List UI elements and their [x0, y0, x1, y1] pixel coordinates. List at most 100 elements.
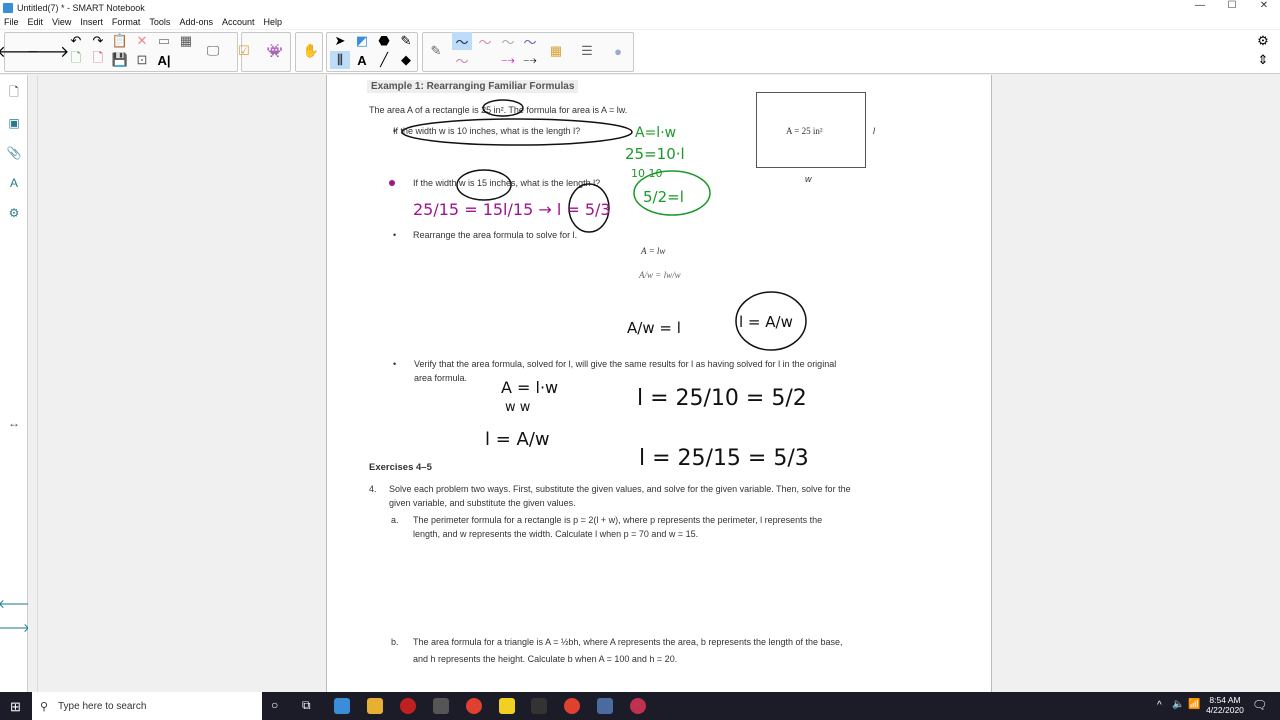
taskbar-search[interactable]: ⚲ Type here to search: [32, 692, 262, 720]
pen-style-gray-icon[interactable]: 〜: [498, 32, 518, 50]
settings-icon[interactable]: ⚙: [1253, 32, 1273, 50]
pens-icon[interactable]: ⫼: [330, 51, 350, 69]
menu-edit[interactable]: Edit: [28, 17, 44, 27]
ink-circle-bullet1: [401, 118, 633, 146]
app-sse-icon[interactable]: [531, 698, 547, 714]
ink-black-1: A/w = l: [627, 319, 681, 337]
app-pen-icon[interactable]: [630, 698, 646, 714]
response-icon[interactable]: ☑: [234, 42, 254, 60]
pen-style-blue-icon[interactable]: 〜: [452, 32, 472, 50]
menu-addons[interactable]: Add-ons: [179, 17, 213, 27]
menu-view[interactable]: View: [52, 17, 71, 27]
wifi-icon[interactable]: 📶: [1188, 699, 1200, 710]
toolbar-move-icon[interactable]: ⇕: [1253, 51, 1273, 69]
menu-insert[interactable]: Insert: [80, 17, 103, 27]
clock-time[interactable]: 8:54 AM: [1206, 695, 1244, 705]
fill-icon[interactable]: ⬣: [374, 32, 394, 50]
eraser-icon[interactable]: ◆: [396, 51, 416, 69]
close-button[interactable]: ✕: [1248, 0, 1280, 11]
search-icon: ⚲: [40, 700, 49, 713]
back-arrow-icon[interactable]: 🡐: [0, 42, 39, 61]
pen-icon[interactable]: ✎: [426, 42, 446, 60]
notifications-icon[interactable]: 🗨: [1252, 698, 1267, 712]
monster-icon[interactable]: 👾: [265, 42, 285, 60]
file-explorer-icon[interactable]: [367, 698, 383, 714]
menu-tools[interactable]: Tools: [149, 17, 170, 27]
ink-black-2: l = A/w: [739, 313, 793, 331]
transparency-icon[interactable]: ●: [608, 42, 628, 60]
previous-page-icon[interactable]: 🡐: [0, 593, 30, 613]
cortana-icon[interactable]: ○: [271, 698, 278, 712]
pen-style-navy-icon[interactable]: 〜: [520, 32, 540, 50]
chrome-icon[interactable]: [466, 698, 482, 714]
undo-icon[interactable]: ↶: [66, 32, 86, 50]
app-yellow-icon[interactable]: [499, 698, 515, 714]
attachments-icon[interactable]: 📎: [4, 143, 24, 163]
menu-format[interactable]: Format: [112, 17, 141, 27]
pen-style-magenta-icon[interactable]: ⤍: [498, 51, 518, 69]
screen-shade-icon[interactable]: ▭: [154, 32, 174, 50]
app-red-icon[interactable]: [400, 698, 416, 714]
windows-start-icon[interactable]: ⊞: [10, 699, 21, 715]
app-tools-icon[interactable]: [433, 698, 449, 714]
smart-notebook-task-icon[interactable]: [334, 698, 350, 714]
ink-black-4: w w: [505, 400, 531, 415]
select-icon[interactable]: ➤: [330, 32, 350, 50]
ink-black-7: l = 25/15 = 5/3: [639, 446, 809, 471]
next-page-icon[interactable]: 🡒: [0, 617, 30, 637]
line-icon[interactable]: ╱: [374, 51, 394, 69]
page-sorter-icon[interactable]: 🗋: [4, 83, 24, 103]
full-screen-icon[interactable]: ⊡: [132, 51, 152, 69]
save-as-icon[interactable]: 🗋: [88, 50, 108, 69]
gallery-icon[interactable]: ▣: [4, 113, 24, 133]
paste-icon[interactable]: 📋: [110, 32, 130, 50]
addons-icon[interactable]: ⚙: [4, 203, 24, 223]
text-properties-icon[interactable]: A|: [154, 51, 174, 69]
pen-style-light-icon[interactable]: 〜: [452, 51, 472, 69]
hand-icon[interactable]: ✋: [301, 42, 321, 60]
maximize-button[interactable]: ☐: [1216, 0, 1248, 11]
app-blue-icon[interactable]: [597, 698, 613, 714]
chrome-2-icon[interactable]: [564, 698, 580, 714]
volume-icon[interactable]: 🔈: [1172, 699, 1184, 710]
side-panel-scrollbar[interactable]: [28, 75, 38, 692]
delete-icon[interactable]: ✕: [132, 32, 152, 50]
redo-icon[interactable]: ↷: [88, 32, 108, 50]
forward-arrow-icon[interactable]: 🡒: [27, 42, 70, 61]
text-icon[interactable]: A: [352, 51, 372, 69]
table-icon[interactable]: ▦: [176, 32, 196, 50]
ink-green-1: A=l·w: [635, 125, 676, 141]
task-view-icon[interactable]: ⧉: [302, 698, 311, 713]
open-file-icon[interactable]: 🗋: [66, 50, 86, 69]
shapes-icon[interactable]: ◩: [352, 32, 372, 50]
ink-circle-25: [482, 99, 524, 117]
save-icon[interactable]: 💾: [110, 51, 130, 69]
clock-date[interactable]: 4/22/2020: [1206, 705, 1244, 715]
screen-capture-icon[interactable]: 🖵: [203, 42, 223, 60]
ink-layer[interactable]: A=l·w 25=10·l 10 10 5/2=l 25/15 = 15l/15…: [327, 75, 993, 692]
color-palette-icon[interactable]: ▦: [546, 42, 566, 60]
search-placeholder: Type here to search: [58, 700, 147, 712]
pen-style-black-icon[interactable]: ⤍: [520, 51, 540, 69]
title-bar: Untitled(7) * - SMART Notebook — ☐ ✕: [0, 0, 1280, 15]
window-title: Untitled(7) * - SMART Notebook: [17, 2, 145, 13]
ink-green-4: 5/2=l: [643, 188, 684, 206]
ink-circle-15: [456, 169, 512, 201]
line-properties-icon[interactable]: ☰: [577, 42, 597, 60]
pen-style-pink-icon[interactable]: 〜: [475, 32, 495, 50]
magic-pen-icon[interactable]: ✎: [396, 32, 416, 50]
taskbar: ⊞ ⚲ Type here to search ○ ⧉ ^ 🔈 📶 8:54 A…: [0, 692, 1280, 720]
minimize-button[interactable]: —: [1184, 0, 1216, 11]
ink-purple-1: 25/15 = 15l/15 → l = 5/3: [413, 200, 611, 219]
menu-help[interactable]: Help: [264, 17, 283, 27]
side-panel: 🗋 ▣ 📎 A ⚙ ↔ 🡐 🡒: [0, 75, 30, 692]
menu-account[interactable]: Account: [222, 17, 255, 27]
menu-file[interactable]: File: [4, 17, 19, 27]
tray-chevron-icon[interactable]: ^: [1157, 700, 1162, 711]
ink-black-5: l = A/w: [485, 429, 550, 450]
ink-black-6: l = 25/10 = 5/2: [637, 386, 807, 411]
properties-icon[interactable]: A: [4, 173, 24, 193]
notebook-page[interactable]: Example 1: Rearranging Familiar Formulas…: [326, 75, 992, 692]
app-icon: [3, 2, 13, 13]
resize-panel-icon[interactable]: ↔: [4, 413, 24, 433]
